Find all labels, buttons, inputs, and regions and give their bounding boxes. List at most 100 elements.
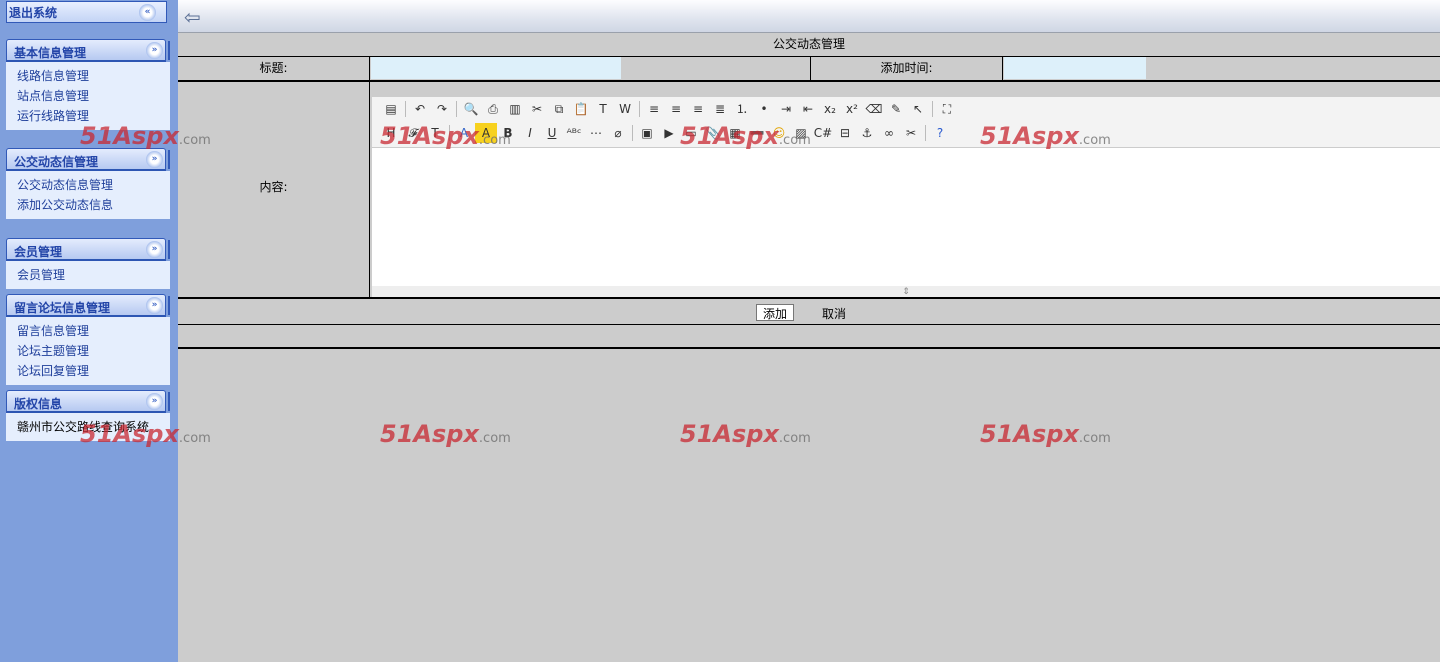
justify-icon[interactable]: ≣ (709, 99, 731, 119)
sidebar-item[interactable]: 赣州市公交路线查询系统 (17, 417, 170, 437)
strikethrough-icon[interactable]: ᴬᴮᶜ (563, 123, 585, 143)
flash-icon[interactable]: ▣ (636, 123, 658, 143)
align-center-icon[interactable]: ≡ (665, 99, 687, 119)
sidebar-item[interactable]: 站点信息管理 (17, 86, 170, 106)
redo-icon[interactable]: ↷ (431, 99, 453, 119)
sidebar-panel: 基本信息管理» 线路信息管理 站点信息管理 运行线路管理 (6, 39, 170, 130)
ordered-list-icon[interactable]: ⒈ (731, 99, 753, 119)
anchor-icon[interactable]: ⚓ (856, 123, 878, 143)
button-row: 添加 取消 (178, 297, 1440, 324)
heading-icon[interactable]: H (380, 123, 402, 143)
sidebar: 退出系统 « 基本信息管理» 线路信息管理 站点信息管理 运行线路管理 公交动态信管理» 公… (0, 0, 178, 662)
link-icon[interactable]: ∞ (878, 123, 900, 143)
sidebar-panel-header[interactable]: 版权信息» (6, 390, 170, 413)
toolbar-separator (449, 125, 450, 141)
about-icon[interactable]: ? (929, 123, 951, 143)
toolbar-separator (639, 101, 640, 117)
expand-icon[interactable]: » (146, 151, 163, 168)
expand-icon[interactable]: » (146, 297, 163, 314)
sidebar-panel-body: 公交动态信息管理 添加公交动态信息 (6, 171, 170, 219)
select-all-icon[interactable]: ✎ (885, 99, 907, 119)
paste-text-icon[interactable]: T (592, 99, 614, 119)
sidebar-panel-body: 会员管理 (6, 261, 170, 289)
attachment-icon[interactable]: 📎 (702, 123, 724, 143)
sidebar-panel: 版权信息» 赣州市公交路线查询系统 (6, 390, 170, 441)
sidebar-item[interactable]: 留言信息管理 (17, 321, 170, 341)
subscript-icon[interactable]: x₂ (819, 99, 841, 119)
expand-icon[interactable]: » (146, 393, 163, 410)
highlight-color-icon[interactable]: A (475, 123, 497, 143)
page-title: 公交动态管理 (772, 37, 845, 51)
image-icon[interactable]: ▨ (790, 123, 812, 143)
font-size-icon[interactable]: T (424, 123, 446, 143)
add-button[interactable]: 添加 (756, 304, 795, 321)
code-icon[interactable]: C# (812, 123, 834, 143)
content-editor[interactable] (372, 147, 1440, 286)
media-icon[interactable]: ▶ (658, 123, 680, 143)
sidebar-item[interactable]: 公交动态信息管理 (17, 175, 170, 195)
cancel-button[interactable]: 取消 (822, 305, 846, 322)
remove-format-icon[interactable]: ⌀ (607, 123, 629, 143)
superscript-icon[interactable]: x² (841, 99, 863, 119)
outdent-icon[interactable]: ⇤ (797, 99, 819, 119)
preview-icon[interactable]: 🔍 (460, 99, 482, 119)
align-right-icon[interactable]: ≡ (687, 99, 709, 119)
hr-icon[interactable]: ➖ (746, 123, 768, 143)
cut-icon[interactable]: ✂ (526, 99, 548, 119)
top-toolbar: ⇦ (178, 0, 1440, 33)
unordered-list-icon[interactable]: • (753, 99, 775, 119)
sidebar-panel-header[interactable]: 公交动态信管理» (6, 148, 170, 171)
logout-button[interactable]: 退出系统 « (6, 1, 167, 23)
source-icon[interactable]: ▤ (380, 99, 402, 119)
sidebar-item[interactable]: 运行线路管理 (17, 106, 170, 126)
indent-icon[interactable]: ⇥ (775, 99, 797, 119)
sidebar-panel-body: 留言信息管理 论坛主题管理 论坛回复管理 (6, 317, 170, 385)
undo-icon[interactable]: ↶ (409, 99, 431, 119)
paste-word-icon[interactable]: W (614, 99, 636, 119)
font-family-icon[interactable]: 𝓕 (402, 123, 424, 143)
clear-format-icon[interactable]: ⌫ (863, 99, 885, 119)
add-time-label: 添加时间: (811, 57, 1003, 80)
table-icon[interactable]: ▦ (724, 123, 746, 143)
sidebar-item[interactable]: 论坛回复管理 (17, 361, 170, 381)
horizontal-line-icon[interactable]: ⋯ (585, 123, 607, 143)
sidebar-panel-header[interactable]: 基本信息管理» (6, 39, 170, 62)
title-row: 标题: 添加时间: (178, 56, 1440, 80)
toolbar-separator (932, 101, 933, 117)
pagebreak-icon[interactable]: ⊟ (834, 123, 856, 143)
sidebar-item[interactable]: 线路信息管理 (17, 66, 170, 86)
content-label: 内容: (178, 82, 370, 298)
file-icon[interactable]: ▭ (680, 123, 702, 143)
italic-icon[interactable]: I (519, 123, 541, 143)
sidebar-panel-header[interactable]: 会员管理» (6, 238, 170, 261)
emoticon-icon[interactable]: ☺ (768, 123, 790, 143)
expand-icon[interactable]: » (146, 42, 163, 59)
editor-toolbar: ▤ ↶ ↷ 🔍 ⎙ ▥ ✂ ⧉ 📋 T W ≡ ≡ ≡ ≣ ⒈ • ⇥ ⇤ x₂ x² ⌫ ✎ ↖ ⛶ H 𝓕 T A A B I Uᴬᴮᶜ ⋯ ⌀… (372, 97, 1440, 147)
select-icon[interactable]: ↖ (907, 99, 929, 119)
sidebar-panel-body: 线路信息管理 站点信息管理 运行线路管理 (6, 62, 170, 130)
fullscreen-icon[interactable]: ⛶ (936, 99, 958, 119)
expand-icon[interactable]: » (146, 241, 163, 258)
align-left-icon[interactable]: ≡ (643, 99, 665, 119)
back-arrow-icon[interactable]: ⇦ (184, 5, 201, 29)
template-icon[interactable]: ▥ (504, 99, 526, 119)
title-input[interactable] (371, 57, 621, 79)
sidebar-panel: 会员管理» 会员管理 (6, 238, 170, 289)
unlink-icon[interactable]: ✂ (900, 123, 922, 143)
print-icon[interactable]: ⎙ (482, 99, 504, 119)
underline-icon[interactable]: U (541, 123, 563, 143)
toolbar-separator (632, 125, 633, 141)
collapse-icon[interactable]: « (139, 4, 156, 21)
sidebar-item[interactable]: 会员管理 (17, 265, 170, 285)
toolbar-separator (405, 101, 406, 117)
title-label: 标题: (178, 57, 370, 80)
paste-icon[interactable]: 📋 (570, 99, 592, 119)
bold-icon[interactable]: B (497, 123, 519, 143)
sidebar-item[interactable]: 添加公交动态信息 (17, 195, 170, 215)
sidebar-panel-header[interactable]: 留言论坛信息管理» (6, 294, 170, 317)
font-color-icon[interactable]: A (453, 123, 475, 143)
sidebar-panel-body: 赣州市公交路线查询系统 (6, 413, 170, 441)
add-time-input[interactable] (1004, 57, 1146, 79)
copy-icon[interactable]: ⧉ (548, 99, 570, 119)
sidebar-item[interactable]: 论坛主题管理 (17, 341, 170, 361)
